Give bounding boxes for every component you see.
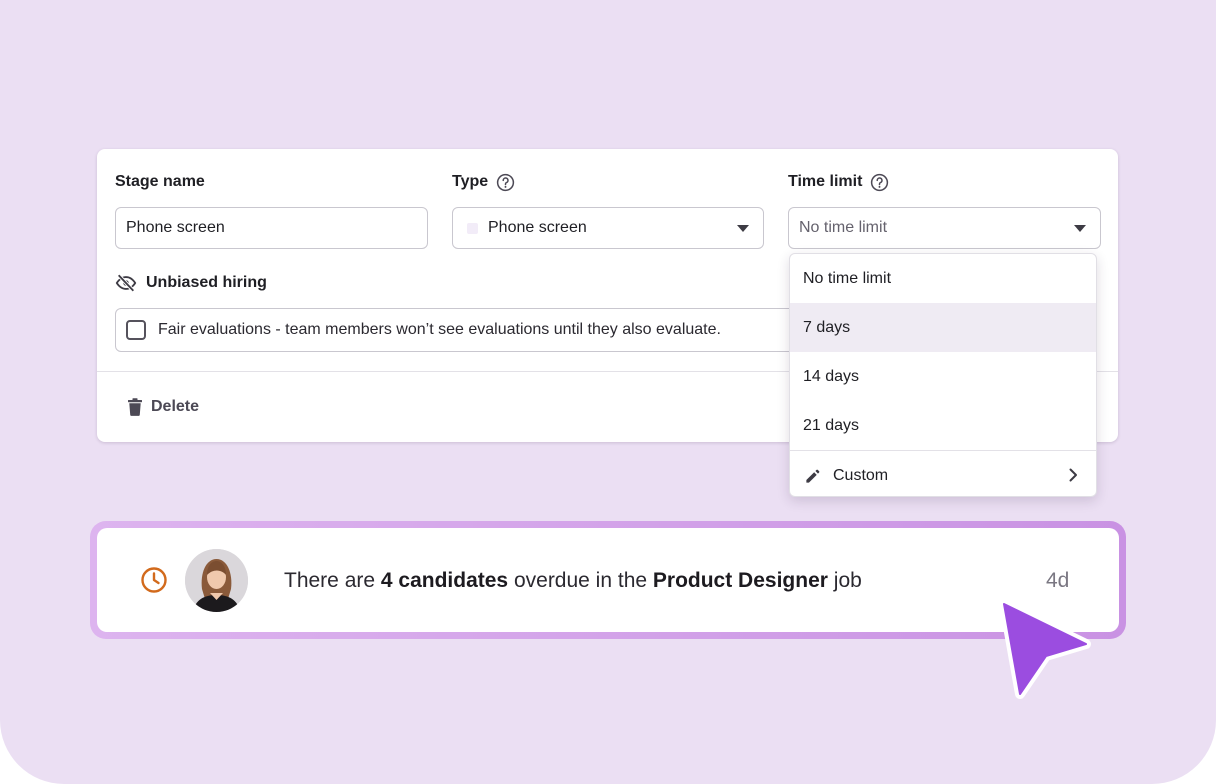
pencil-icon bbox=[806, 469, 820, 483]
stage-name-value: Phone screen bbox=[126, 219, 225, 236]
cursor-arrow-icon bbox=[999, 599, 1091, 699]
notification-message: There are 4 candidates overdue in the Pr… bbox=[284, 569, 862, 592]
type-color-swatch bbox=[467, 222, 478, 234]
type-label: Type bbox=[452, 172, 515, 192]
menu-option-custom[interactable]: Custom bbox=[790, 451, 1096, 496]
fair-evaluations-checkbox[interactable] bbox=[126, 320, 146, 340]
caret-down-icon bbox=[737, 225, 749, 232]
menu-option-no-time-limit[interactable]: No time limit bbox=[790, 254, 1096, 303]
trash-icon bbox=[128, 398, 142, 416]
fair-evaluations-label: Fair evaluations - team members won’t se… bbox=[158, 321, 721, 338]
time-limit-dropdown-menu: No time limit 7 days 14 days 21 days Cus… bbox=[789, 253, 1097, 497]
type-value: Phone screen bbox=[488, 219, 587, 236]
stage-name-input[interactable]: Phone screen bbox=[115, 207, 428, 249]
chevron-right-icon bbox=[1069, 468, 1077, 482]
delete-button[interactable]: Delete bbox=[127, 396, 199, 418]
time-limit-select[interactable]: No time limit bbox=[788, 207, 1101, 249]
help-icon[interactable] bbox=[870, 173, 889, 192]
type-select[interactable]: Phone screen bbox=[452, 207, 764, 249]
notification-age: 4d bbox=[1046, 569, 1070, 592]
time-limit-label: Time limit bbox=[788, 172, 889, 192]
avatar bbox=[185, 549, 248, 612]
menu-option-21-days[interactable]: 21 days bbox=[790, 401, 1096, 450]
menu-option-14-days[interactable]: 14 days bbox=[790, 352, 1096, 401]
eye-off-icon bbox=[115, 273, 137, 293]
unbiased-hiring-heading: Unbiased hiring bbox=[115, 272, 267, 294]
fair-evaluations-option[interactable]: Fair evaluations - team members won’t se… bbox=[115, 308, 835, 352]
help-icon[interactable] bbox=[496, 173, 515, 192]
stage-name-label: Stage name bbox=[115, 173, 205, 190]
clock-icon bbox=[141, 567, 167, 593]
time-limit-placeholder: No time limit bbox=[799, 219, 888, 236]
caret-down-icon bbox=[1074, 225, 1086, 232]
job-name: Product Designer bbox=[652, 569, 828, 592]
candidate-count: 4 candidates bbox=[380, 569, 509, 592]
menu-option-7-days[interactable]: 7 days bbox=[790, 303, 1096, 352]
